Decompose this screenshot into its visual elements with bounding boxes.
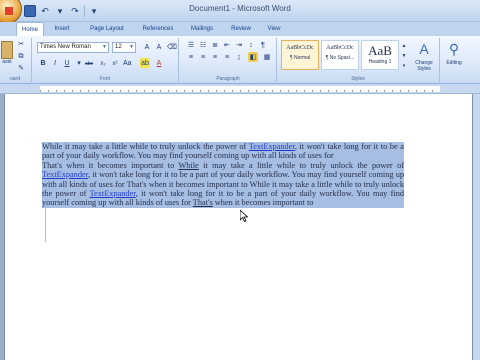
increase-indent-icon[interactable]: ⇥ (234, 40, 244, 50)
bold-icon[interactable]: B (38, 58, 48, 68)
change-case-icon[interactable]: Aa (122, 58, 132, 68)
align-left-icon[interactable]: ≡ (186, 52, 196, 62)
font-color-icon[interactable]: A (154, 58, 164, 68)
editing-button[interactable]: ⚲ Editing (442, 40, 466, 76)
window-title: Document1 - Microsoft Word (189, 4, 291, 13)
paragraph-2[interactable]: That's when it becomes important to Whil… (42, 160, 404, 208)
font-group-label: Font (99, 76, 110, 82)
horizontal-ruler[interactable] (0, 84, 480, 94)
tab-references[interactable]: References (138, 22, 178, 36)
style-name: ¶ Normal (289, 55, 311, 61)
style-normal[interactable]: AaBbCcDc ¶ Normal (281, 40, 319, 70)
selection-tail (45, 208, 46, 242)
tab-view[interactable]: View (264, 22, 284, 36)
shading-icon[interactable]: ◧ (248, 52, 258, 62)
align-center-icon[interactable]: ≡ (198, 52, 208, 62)
text-run: That's when it becomes important to (42, 160, 179, 170)
decrease-indent-icon[interactable]: ⇤ (222, 40, 232, 50)
shrink-font-icon[interactable]: A (154, 42, 164, 52)
text-run: when it becomes important to (212, 198, 314, 208)
strikethrough-icon[interactable]: abc (84, 58, 94, 68)
change-styles-label: Change Styles (415, 60, 433, 72)
paragraph-1[interactable]: While it may take a little while to trul… (42, 142, 404, 161)
document-body[interactable]: While it may take a little while to trul… (42, 142, 404, 208)
clipboard-group-label: oard (9, 76, 20, 82)
copy-icon[interactable]: ⧉ (16, 51, 26, 61)
hyperlink[interactable]: TextExpander (249, 142, 295, 151)
tab-insert[interactable]: Insert (50, 22, 74, 36)
format-painter-icon[interactable]: ✎ (16, 63, 26, 73)
group-separator (439, 38, 440, 82)
italic-icon[interactable]: I (50, 58, 60, 68)
group-separator (276, 38, 277, 82)
bullets-icon[interactable]: ☰ (186, 40, 196, 50)
change-styles-icon: A (419, 41, 429, 57)
multilevel-list-icon[interactable]: ≣ (210, 40, 220, 50)
style-heading-1[interactable]: AaB Heading 1 (361, 40, 399, 70)
style-name: ¶ No Spaci... (325, 55, 355, 61)
cut-icon[interactable]: ✂ (16, 39, 26, 49)
show-marks-icon[interactable]: ¶ (258, 40, 268, 50)
underline-icon[interactable]: U (62, 58, 72, 68)
title-bar: ↶ ▾ ↷ ▾ Document1 - Microsoft Word (0, 0, 480, 24)
tab-home[interactable]: Home (16, 22, 44, 36)
grow-font-icon[interactable]: A (142, 42, 152, 52)
group-separator (178, 38, 179, 82)
style-name: Heading 1 (368, 59, 392, 65)
sort-icon[interactable]: ↕ (246, 40, 256, 50)
borders-icon[interactable]: ▦ (262, 52, 272, 62)
tab-mailings[interactable]: Mailings (186, 22, 218, 36)
mouse-pointer-icon (240, 210, 248, 222)
tab-review[interactable]: Review (228, 22, 254, 36)
superscript-icon[interactable]: x² (110, 58, 120, 68)
text-run: While it may take a little while to trul… (42, 142, 249, 151)
text-run: it may take a little while to truly unlo… (198, 160, 404, 170)
justify-icon[interactable]: ≡ (222, 52, 232, 62)
group-separator (31, 38, 32, 82)
paste-button[interactable]: aste (0, 40, 14, 74)
style-preview: AaBbCcDc (326, 45, 354, 51)
document-workspace: While it may take a little while to trul… (0, 94, 480, 360)
paste-label: aste (2, 59, 12, 65)
numbering-icon[interactable]: ☷ (198, 40, 208, 50)
line-spacing-icon[interactable]: ↨ (234, 52, 244, 62)
style-no-spacing[interactable]: AaBbCcDc ¶ No Spaci... (321, 40, 359, 70)
highlight-icon[interactable]: ab (140, 58, 150, 68)
chevron-down-icon: ▼ (102, 44, 107, 50)
font-family-select[interactable]: Times New Roman ▼ (37, 42, 109, 53)
font-family-value: Times New Roman (40, 44, 91, 50)
document-page[interactable]: While it may take a little while to trul… (4, 94, 473, 360)
scrollbar-track[interactable] (473, 94, 480, 360)
clear-formatting-icon[interactable]: ⌫ (166, 42, 177, 52)
hyperlink[interactable]: TextExpander (42, 170, 88, 179)
paste-icon (1, 41, 13, 59)
editing-label: Editing (446, 60, 462, 66)
binoculars-icon: ⚲ (448, 41, 460, 57)
ribbon: aste ✂ ⧉ ✎ oard Times New Roman ▼ 12 ▼ A A… (0, 36, 480, 84)
style-preview: AaB (368, 43, 392, 58)
styles-group-label: Styles (351, 76, 365, 82)
paragraph-group-label: Paragraph (216, 76, 240, 82)
underlined-word: While (178, 160, 199, 170)
hyperlink[interactable]: TextExpander (90, 189, 136, 198)
subscript-icon[interactable]: x₂ (98, 58, 108, 68)
dropdown-icon[interactable]: ▾ (74, 58, 84, 68)
underlined-word: That's (192, 198, 213, 208)
chevron-down-icon: ▼ (129, 44, 134, 50)
ribbon-tabs: Home Insert Page Layout References Maili… (0, 22, 480, 36)
align-right-icon[interactable]: ≡ (210, 52, 220, 62)
styles-scroll[interactable]: ▲ ▼ ▾ (400, 40, 408, 70)
change-styles-button[interactable]: A Change Styles (410, 40, 438, 76)
font-size-select[interactable]: 12 ▼ (112, 42, 136, 53)
style-preview: AaBbCcDc (286, 45, 314, 51)
tab-page-layout[interactable]: Page Layout (84, 22, 130, 36)
font-size-value: 12 (115, 44, 122, 50)
ruler-scale (40, 86, 440, 92)
